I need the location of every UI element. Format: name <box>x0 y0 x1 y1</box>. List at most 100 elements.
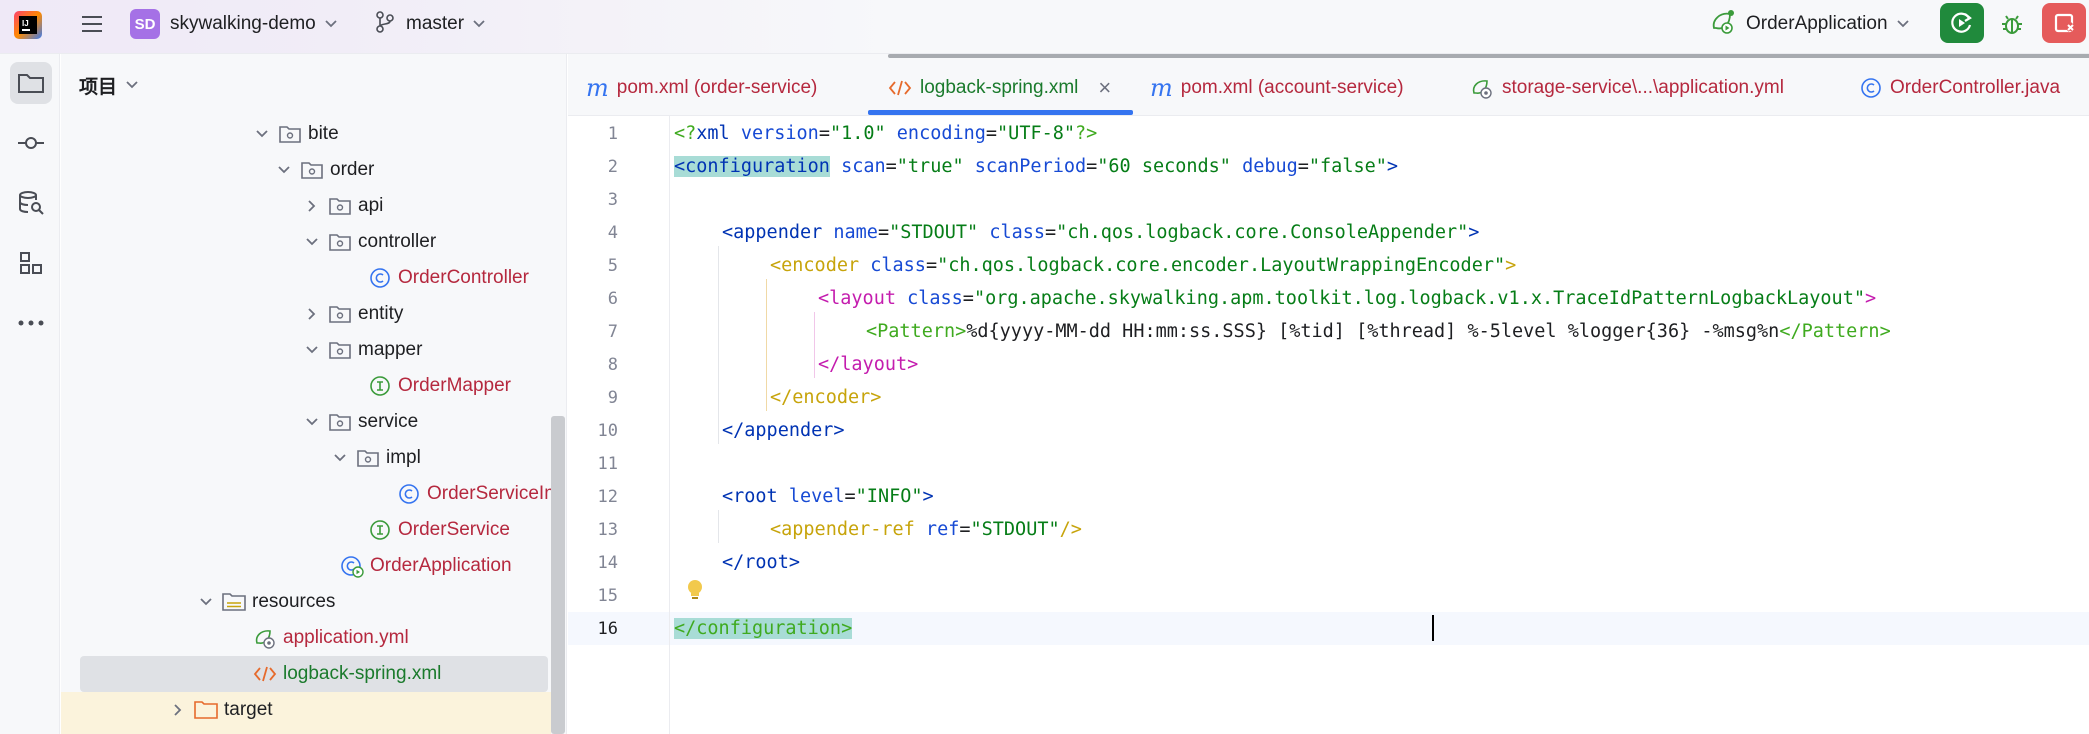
tree-node-orderservice[interactable]: OrderService <box>368 512 510 548</box>
token: version <box>729 123 819 144</box>
run-configuration-selector[interactable]: OrderApplication <box>1708 8 1910 40</box>
chevron-down-icon <box>324 19 338 29</box>
project-switcher[interactable]: SD skywalking-demo <box>130 8 338 40</box>
main-menu-button[interactable] <box>78 10 106 38</box>
tab-pom-account-service[interactable]: m pom.xml (account-service) <box>1150 68 1404 108</box>
line-number: 6 <box>607 289 618 309</box>
line-number: 10 <box>597 421 618 441</box>
chevron-down-icon[interactable] <box>274 160 294 180</box>
tab-label: pom.xml (order-service) <box>616 77 818 98</box>
indent-guide <box>766 279 767 411</box>
token: </Pattern> <box>1779 321 1891 342</box>
tool-window-strip <box>0 54 60 734</box>
tree-node-orderapplication[interactable]: OrderApplication <box>340 548 512 584</box>
chevron-right-icon[interactable] <box>302 196 322 216</box>
token: > <box>922 486 934 507</box>
tree-label: target <box>224 699 273 720</box>
token: </layout> <box>818 354 919 375</box>
token: = <box>1045 222 1057 243</box>
project-tool-button[interactable] <box>10 62 52 104</box>
chevron-down-icon[interactable] <box>302 340 322 360</box>
intention-bulb-icon[interactable] <box>684 578 706 609</box>
database-tool-button[interactable] <box>10 182 52 224</box>
tree-node-target[interactable]: target <box>168 692 273 728</box>
tree-node-orderserviceimpl[interactable]: OrderServiceImpl <box>397 476 551 512</box>
package-icon <box>328 338 352 362</box>
line-number-gutter: 1 2 3 4 5 6 7 8 9 10 11 12 13 14 15 16 <box>568 116 670 734</box>
token: = <box>877 222 890 243</box>
tab-label: pom.xml (account-service) <box>1180 77 1404 98</box>
tree-node-impl[interactable]: impl <box>330 440 421 476</box>
tab-logback-spring-xml[interactable]: logback-spring.xml × <box>888 68 1111 108</box>
maven-icon: m <box>586 74 609 102</box>
line-number: 13 <box>597 520 618 540</box>
tab-label: OrderController.java <box>1890 77 2061 98</box>
tree-label: service <box>358 411 419 432</box>
svg-text:IJ: IJ <box>22 19 29 28</box>
tab-scrollbar[interactable] <box>888 54 2089 58</box>
chevron-down-icon[interactable] <box>302 412 322 432</box>
debug-button[interactable] <box>1994 6 2030 42</box>
token: </appender> <box>722 420 845 441</box>
tree-label: controller <box>358 231 437 252</box>
code-line-7: <Pattern>%d{yyyy-MM-dd HH:mm:ss.SSS} [%t… <box>866 317 1891 347</box>
chevron-right-icon[interactable] <box>168 700 188 720</box>
line-number: 4 <box>607 223 618 243</box>
branch-icon <box>374 10 396 39</box>
tree-node-mapper[interactable]: mapper <box>302 332 422 368</box>
indent-guide <box>718 510 719 543</box>
project-tree-scrollbar[interactable] <box>551 416 565 734</box>
tree-node-application-yml[interactable]: application.yml <box>253 620 409 656</box>
tree-node-resources[interactable]: resources <box>196 584 335 620</box>
token: > <box>1386 156 1399 177</box>
chevron-right-icon[interactable] <box>302 304 322 324</box>
token: > <box>841 618 853 639</box>
stop-button[interactable] <box>2042 3 2086 43</box>
line-number: 3 <box>607 190 618 210</box>
tree-label: OrderServiceImpl <box>427 483 551 504</box>
chevron-down-icon[interactable] <box>196 592 216 612</box>
tree-node-controller[interactable]: controller <box>302 224 436 260</box>
maven-icon: m <box>1150 74 1173 102</box>
resources-folder-icon <box>222 590 246 614</box>
tree-node-api[interactable]: api <box>302 188 383 224</box>
chevron-down-icon[interactable] <box>302 232 322 252</box>
project-tree: bite order api controller OrderControlle… <box>61 116 551 734</box>
token: "UTF-8" <box>997 123 1076 144</box>
structure-tool-button[interactable] <box>10 242 52 284</box>
tree-node-logback-spring-xml[interactable]: logback-spring.xml <box>253 656 441 692</box>
intellij-logo-icon[interactable]: IJ <box>14 11 42 39</box>
tab-ordercontroller-java[interactable]: OrderController.java <box>1860 68 2060 108</box>
vcs-branch-switcher[interactable]: master <box>374 8 486 40</box>
line-number: 5 <box>607 256 618 276</box>
tab-storage-application-yml[interactable]: storage-service\...\application.yml <box>1470 68 1784 108</box>
tree-node-bite[interactable]: bite <box>252 116 339 152</box>
rerun-icon <box>1951 12 1972 33</box>
tree-node-ordermapper[interactable]: OrderMapper <box>368 368 511 404</box>
package-icon <box>356 446 380 470</box>
token: </configuration <box>674 618 842 639</box>
token: <? <box>674 123 697 144</box>
line-number: 9 <box>607 388 618 408</box>
tree-node-entity[interactable]: entity <box>302 296 403 332</box>
code-editor[interactable]: 1 2 3 4 5 6 7 8 9 10 11 12 13 14 15 16 <… <box>568 116 2089 734</box>
chevron-down-icon[interactable] <box>252 124 272 144</box>
package-icon <box>278 122 302 146</box>
more-tools-button[interactable] <box>10 302 52 344</box>
spring-boot-run-icon <box>1708 8 1736 41</box>
token: class <box>895 288 963 309</box>
spring-yml-icon <box>1470 77 1494 99</box>
commit-tool-button[interactable] <box>10 122 52 164</box>
tree-node-ordercontroller[interactable]: OrderController <box>368 260 529 296</box>
tree-label: bite <box>308 123 339 144</box>
tab-pom-order-service[interactable]: m pom.xml (order-service) <box>586 68 817 108</box>
rerun-button[interactable] <box>1940 3 1984 43</box>
chevron-down-icon[interactable] <box>330 448 350 468</box>
close-icon[interactable]: × <box>1098 75 1111 101</box>
tree-node-service[interactable]: service <box>302 404 418 440</box>
project-view-selector[interactable]: 项目 <box>79 70 139 100</box>
tree-node-order[interactable]: order <box>274 152 374 188</box>
xml-file-icon <box>888 78 912 98</box>
line-number: 12 <box>597 487 618 507</box>
tree-label: logback-spring.xml <box>283 663 442 684</box>
